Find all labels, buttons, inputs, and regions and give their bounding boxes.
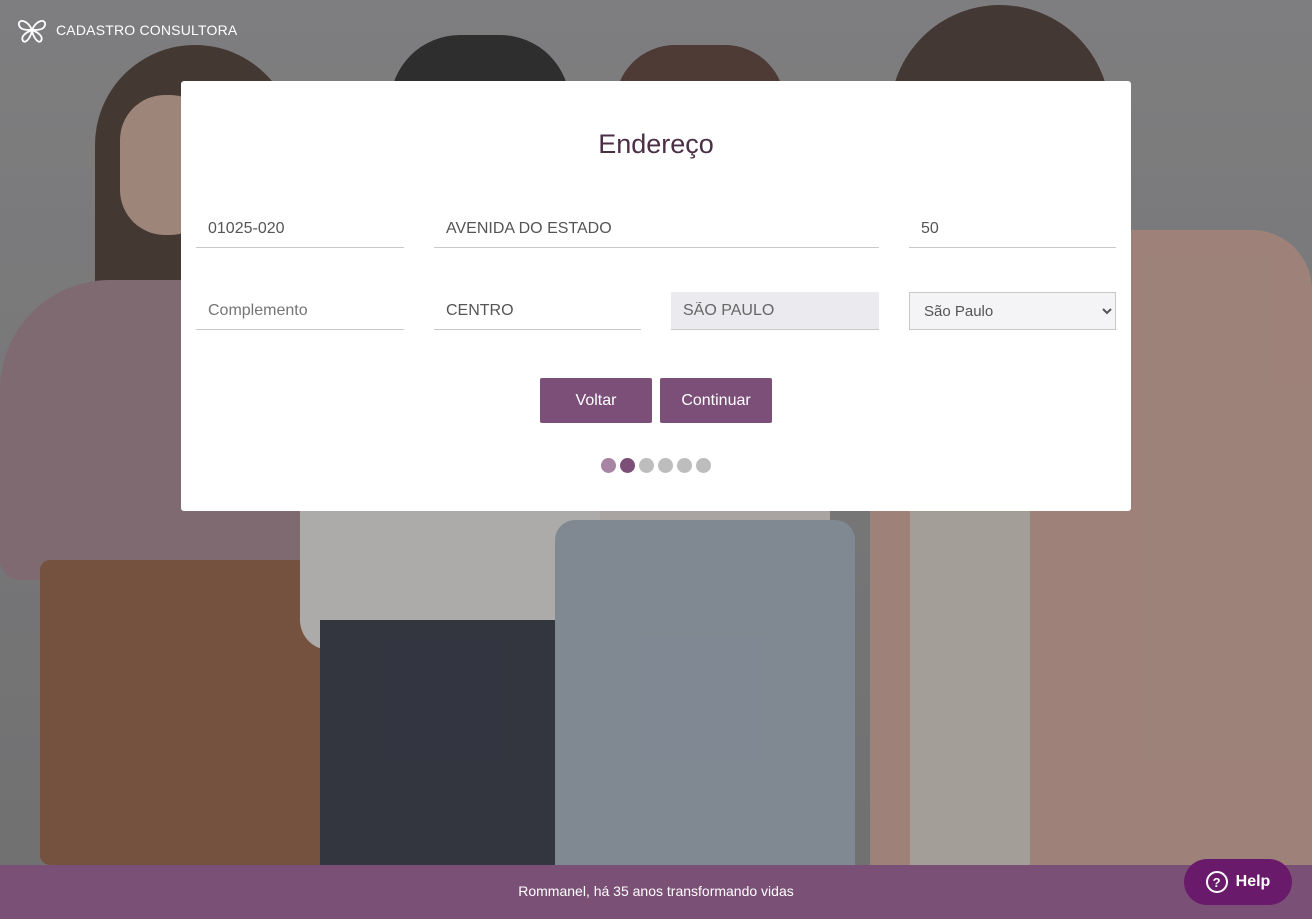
step-dot-6 [696,458,711,473]
footer-text: Rommanel, há 35 anos transformando vidas [518,883,794,899]
butterfly-logo-icon [18,19,46,43]
address-card: Endereço São Paulo Voltar Continuar [181,81,1131,511]
step-dot-3 [639,458,654,473]
complement-field-wrapper [196,292,404,330]
number-input[interactable] [909,210,1116,247]
city-input [671,292,879,329]
cep-input[interactable] [196,210,404,247]
number-field-wrapper [909,210,1116,248]
brand: CADASTRO CONSULTORA [16,16,237,44]
question-circle-icon: ? [1205,871,1228,893]
street-input[interactable] [434,210,879,247]
complement-input[interactable] [196,292,404,329]
back-button[interactable]: Voltar [540,378,652,423]
brand-label: CADASTRO CONSULTORA [56,22,238,38]
cep-field-wrapper [196,210,404,248]
step-dot-2 [620,458,635,473]
step-dot-4 [658,458,673,473]
step-dot-1 [601,458,616,473]
street-field-wrapper [434,210,879,248]
neighborhood-input[interactable] [434,292,641,329]
state-select[interactable]: São Paulo [910,293,1115,330]
help-button[interactable]: ? Help [1184,859,1292,905]
step-dot-5 [677,458,692,473]
footer: Rommanel, há 35 anos transformando vidas [0,865,1312,919]
page-title: Endereço [598,129,714,159]
city-field-wrapper [671,292,879,330]
continue-button[interactable]: Continuar [660,378,772,423]
help-label: Help [1235,873,1271,890]
state-field-wrapper: São Paulo [909,292,1116,330]
step-indicator [181,458,1131,473]
neighborhood-field-wrapper [434,292,641,330]
